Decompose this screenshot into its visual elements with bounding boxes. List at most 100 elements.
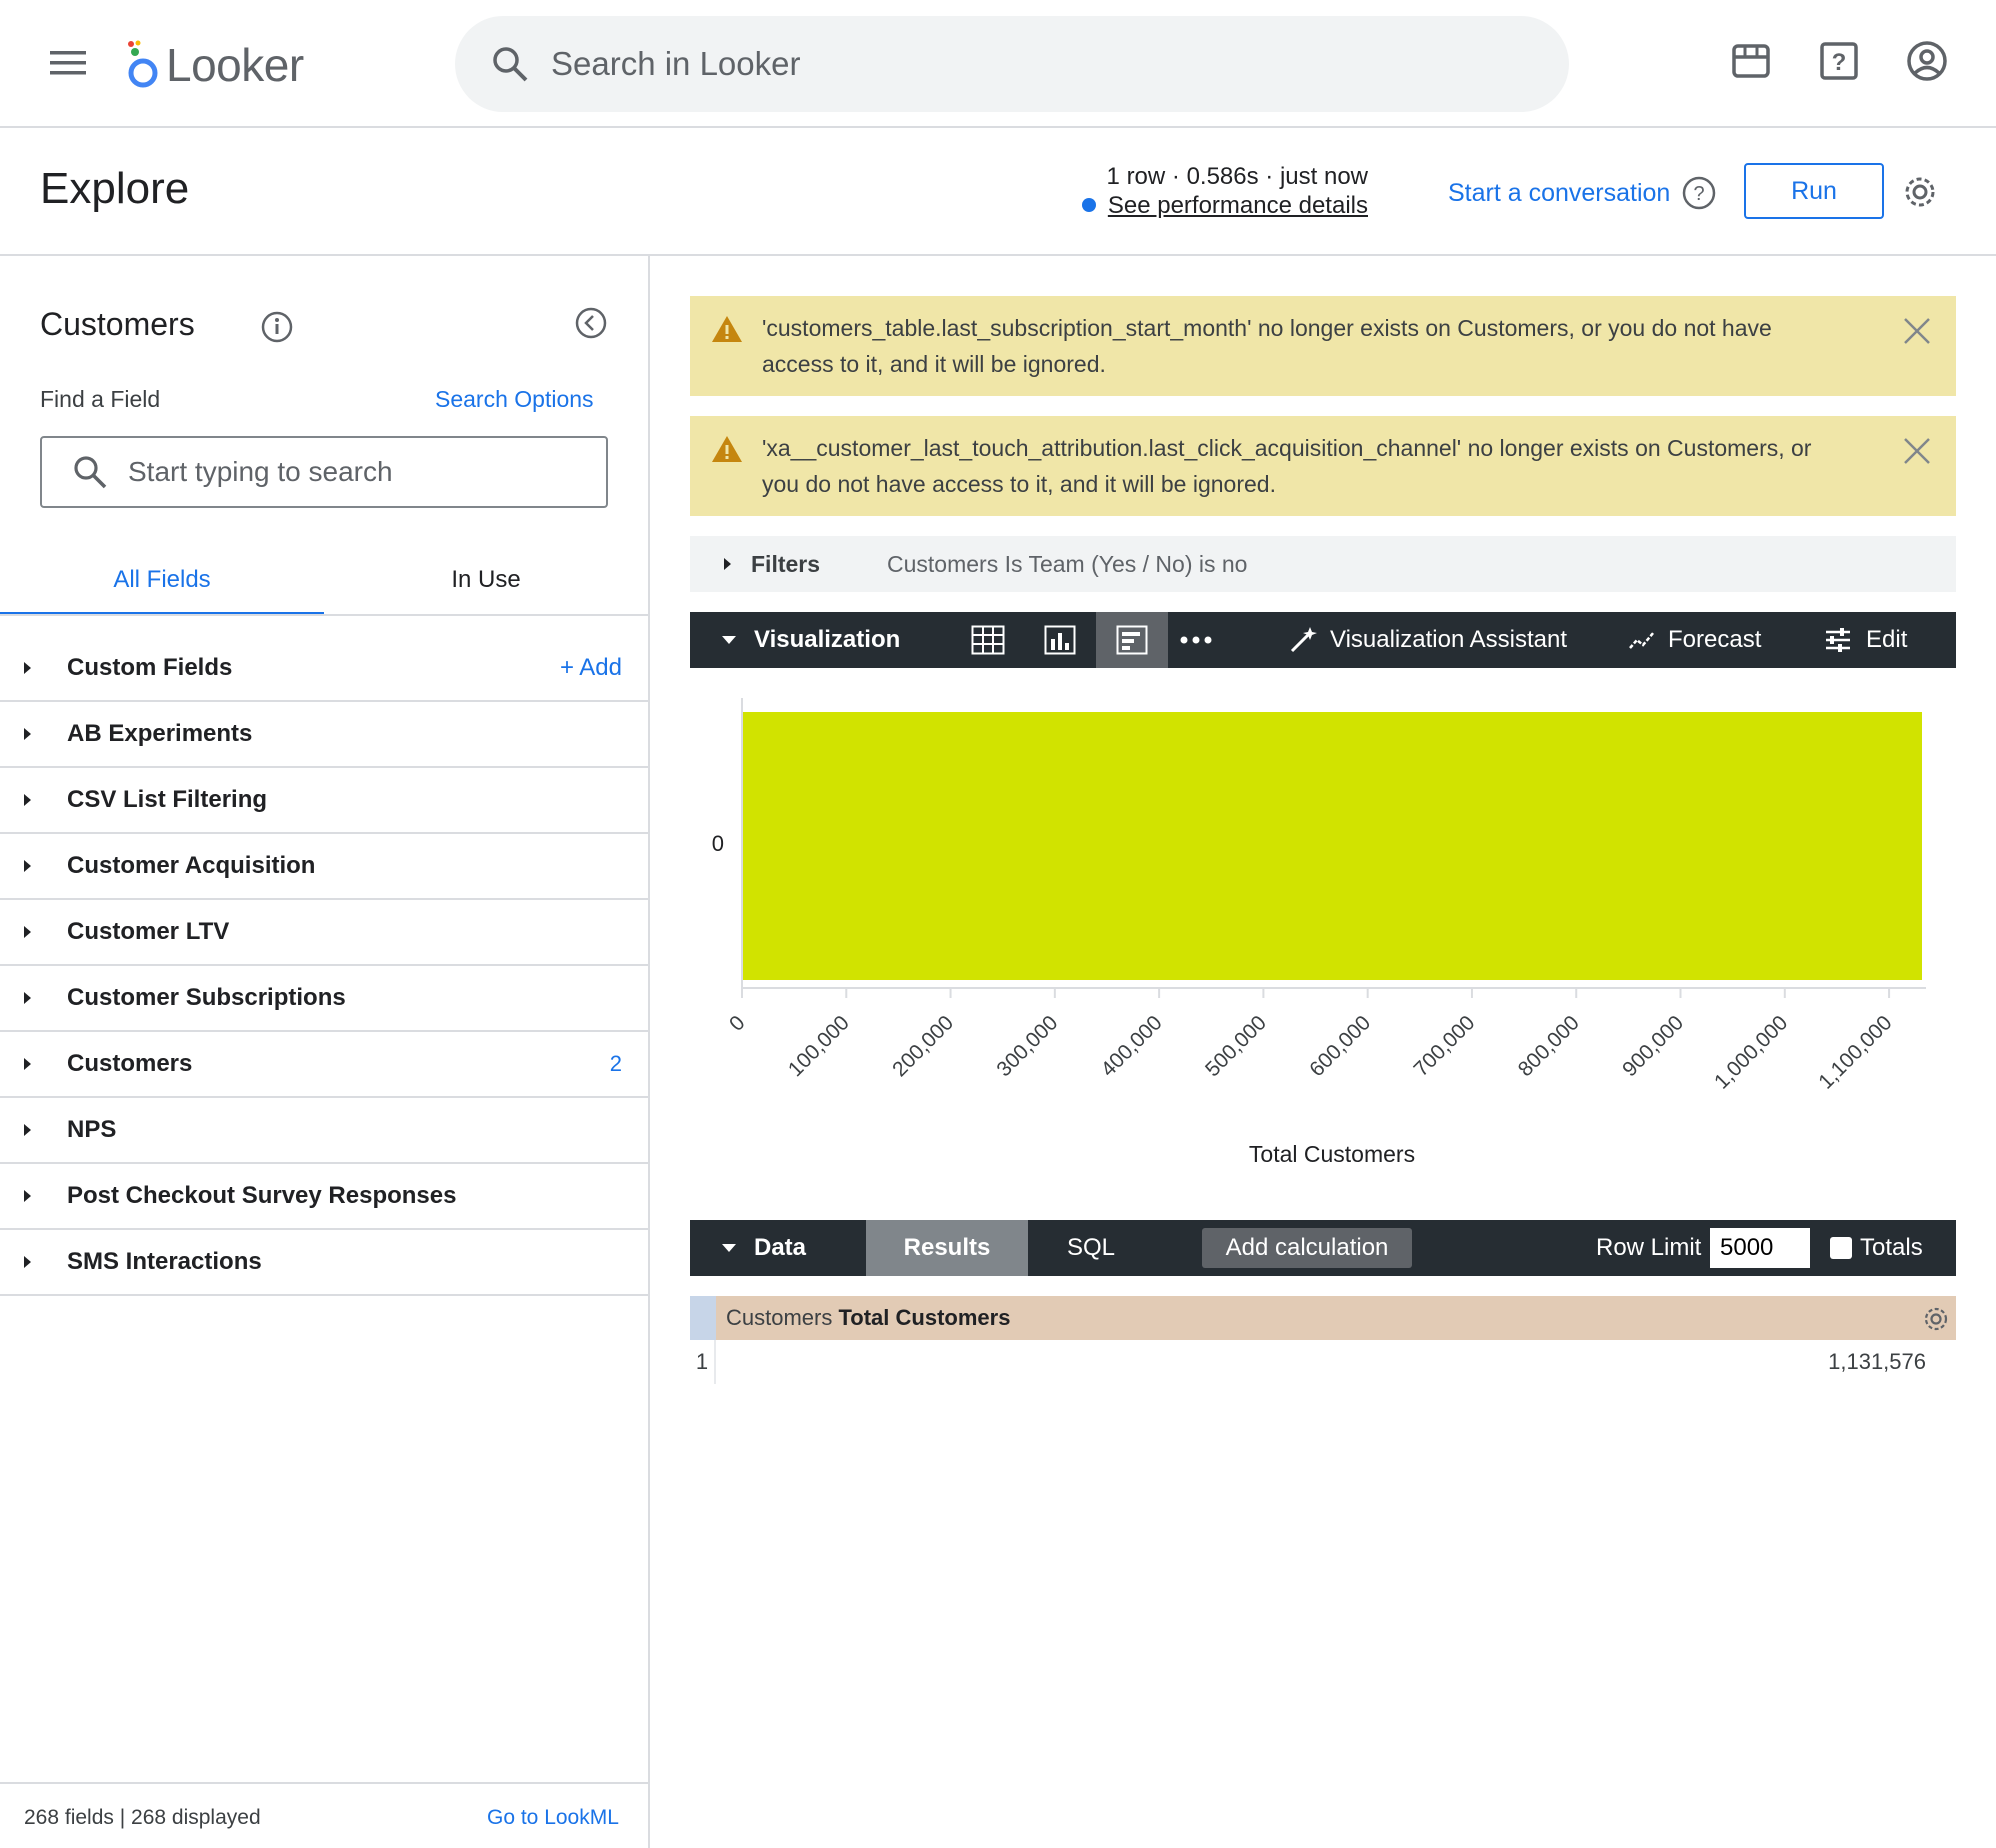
- results-table-header: Customers Total Customers: [690, 1296, 1956, 1340]
- data-bar: Data Results SQL Add calculation Row Lim…: [690, 1220, 1956, 1276]
- field-group-label: Customer Acquisition: [67, 852, 316, 879]
- edit-label: Edit: [1866, 626, 1908, 653]
- x-tick-label: 1,000,000: [1710, 1011, 1792, 1093]
- totals-label: Totals: [1860, 1234, 1923, 1261]
- x-tick-label: 600,000: [1305, 1011, 1375, 1081]
- svg-text:?: ?: [1694, 183, 1705, 205]
- table-chart-icon[interactable]: [952, 612, 1024, 668]
- help-icon[interactable]: ?: [1818, 40, 1860, 82]
- explore-name: Customers: [40, 306, 195, 342]
- menu-icon[interactable]: [48, 48, 88, 78]
- data-label[interactable]: Data: [754, 1234, 806, 1262]
- totals-checkbox[interactable]: [1830, 1237, 1852, 1259]
- caret-right-icon: [24, 860, 31, 872]
- field-group-customer-acquisition[interactable]: Customer Acquisition: [0, 834, 648, 900]
- go-to-lookml-link[interactable]: Go to LookML: [487, 1806, 619, 1830]
- global-search[interactable]: [455, 16, 1569, 112]
- close-icon[interactable]: [1902, 436, 1932, 466]
- tab-all-fields[interactable]: All Fields: [0, 556, 324, 616]
- query-stats-text: 1 row · 0.586s · just now: [1106, 163, 1368, 190]
- in-use-count-badge: 2: [609, 1051, 622, 1076]
- caret-down-icon[interactable]: [722, 636, 736, 644]
- field-search-input[interactable]: [128, 456, 578, 488]
- edit-visualization-button[interactable]: Edit: [1824, 612, 1907, 668]
- field-group-ab-experiments[interactable]: AB Experiments: [0, 702, 648, 768]
- start-conversation-link[interactable]: Start a conversation ?: [1448, 176, 1716, 210]
- search-icon: [493, 47, 528, 82]
- run-button[interactable]: Run: [1744, 163, 1884, 219]
- field-group-label: Customer Subscriptions: [67, 984, 346, 1011]
- field-group-custom-fields[interactable]: Custom Fields + Add: [0, 636, 648, 702]
- gear-icon[interactable]: [1902, 174, 1938, 210]
- filters-bar[interactable]: Filters Customers Is Team (Yes / No) is …: [690, 536, 1956, 592]
- field-group-label: CSV List Filtering: [67, 786, 268, 813]
- caret-right-icon: [24, 794, 31, 806]
- account-icon[interactable]: [1906, 40, 1948, 82]
- filters-summary: Customers Is Team (Yes / No) is no: [887, 550, 1248, 577]
- column-header[interactable]: Customers Total Customers: [726, 1305, 1010, 1331]
- forecast-button[interactable]: Forecast: [1628, 612, 1761, 668]
- y-tick-label: 0: [712, 831, 724, 856]
- field-group-nps[interactable]: NPS: [0, 1098, 648, 1164]
- query-stats: 1 row · 0.586s · just now See performanc…: [1081, 162, 1368, 220]
- add-custom-field-button[interactable]: + Add: [560, 654, 622, 682]
- tab-sql[interactable]: SQL: [1028, 1220, 1154, 1276]
- row-limit-input[interactable]: [1710, 1228, 1810, 1268]
- forecast-icon: [1629, 631, 1655, 649]
- warning-icon: [712, 436, 742, 462]
- warning-text: 'customers_table.last_subscription_start…: [762, 315, 1772, 377]
- top-bar: Looker ?: [0, 0, 1996, 128]
- close-icon[interactable]: [1902, 316, 1932, 346]
- collapse-sidebar-icon[interactable]: [574, 306, 608, 340]
- tab-in-use[interactable]: In Use: [324, 556, 648, 616]
- field-group-sms-interactions[interactable]: SMS Interactions: [0, 1230, 648, 1296]
- column-view-name: Customers: [726, 1305, 833, 1330]
- global-search-input[interactable]: [551, 45, 1451, 83]
- field-group-post-checkout-survey[interactable]: Post Checkout Survey Responses: [0, 1164, 648, 1230]
- field-search[interactable]: [40, 436, 608, 508]
- search-icon: [74, 456, 107, 489]
- column-chart-icon[interactable]: [1024, 612, 1096, 668]
- row-number-header: [690, 1296, 716, 1340]
- visualization-assistant-button[interactable]: Visualization Assistant: [1288, 612, 1567, 668]
- logo-text: Looker: [166, 39, 304, 91]
- warning-icon: [712, 316, 742, 342]
- caret-right-icon: [724, 558, 731, 570]
- search-options-link[interactable]: Search Options: [435, 386, 594, 413]
- field-group-customers[interactable]: Customers 2: [0, 1032, 648, 1098]
- status-dot-icon: [1081, 198, 1096, 212]
- x-axis-title: Total Customers: [1249, 1141, 1415, 1167]
- marketplace-icon[interactable]: [1730, 40, 1772, 82]
- visualization-label[interactable]: Visualization: [754, 626, 900, 654]
- caret-down-icon[interactable]: [722, 1244, 736, 1252]
- field-group-label: Customer LTV: [67, 918, 230, 945]
- field-group-label: AB Experiments: [67, 720, 253, 747]
- field-group-csv-list-filtering[interactable]: CSV List Filtering: [0, 768, 648, 834]
- x-tick-label: 400,000: [1097, 1011, 1167, 1081]
- column-field-name: Total Customers: [838, 1305, 1011, 1330]
- info-icon[interactable]: [261, 311, 293, 343]
- magic-wand-icon: [1290, 627, 1317, 653]
- warning-banner: 'xa__customer_last_touch_attribution.las…: [690, 416, 1956, 516]
- caret-right-icon: [24, 662, 31, 674]
- gear-icon[interactable]: [1922, 1305, 1950, 1333]
- caret-right-icon: [24, 1190, 31, 1202]
- field-group-customer-subscriptions[interactable]: Customer Subscriptions: [0, 966, 648, 1032]
- row-number: 1: [690, 1340, 716, 1384]
- field-group-label: Post Checkout Survey Responses: [67, 1182, 457, 1209]
- more-options-icon[interactable]: [1160, 612, 1232, 668]
- performance-details-link[interactable]: See performance details: [1108, 192, 1368, 219]
- tune-icon: [1826, 628, 1850, 652]
- help-circle-icon: ?: [1683, 176, 1716, 210]
- visualization-bar: Visualization Visualization Assistant Fo…: [690, 612, 1956, 668]
- chart-bar: [743, 712, 1922, 980]
- field-group-customer-ltv[interactable]: Customer LTV: [0, 900, 648, 966]
- x-tick-label: 200,000: [888, 1011, 958, 1081]
- tab-results[interactable]: Results: [866, 1220, 1028, 1276]
- caret-right-icon: [24, 1124, 31, 1136]
- x-tick-label: 900,000: [1618, 1011, 1688, 1081]
- bar-chart-icon[interactable]: [1096, 612, 1168, 668]
- add-calculation-button[interactable]: Add calculation: [1202, 1228, 1412, 1268]
- looker-logo[interactable]: Looker: [126, 38, 304, 92]
- field-group-label: SMS Interactions: [67, 1248, 262, 1275]
